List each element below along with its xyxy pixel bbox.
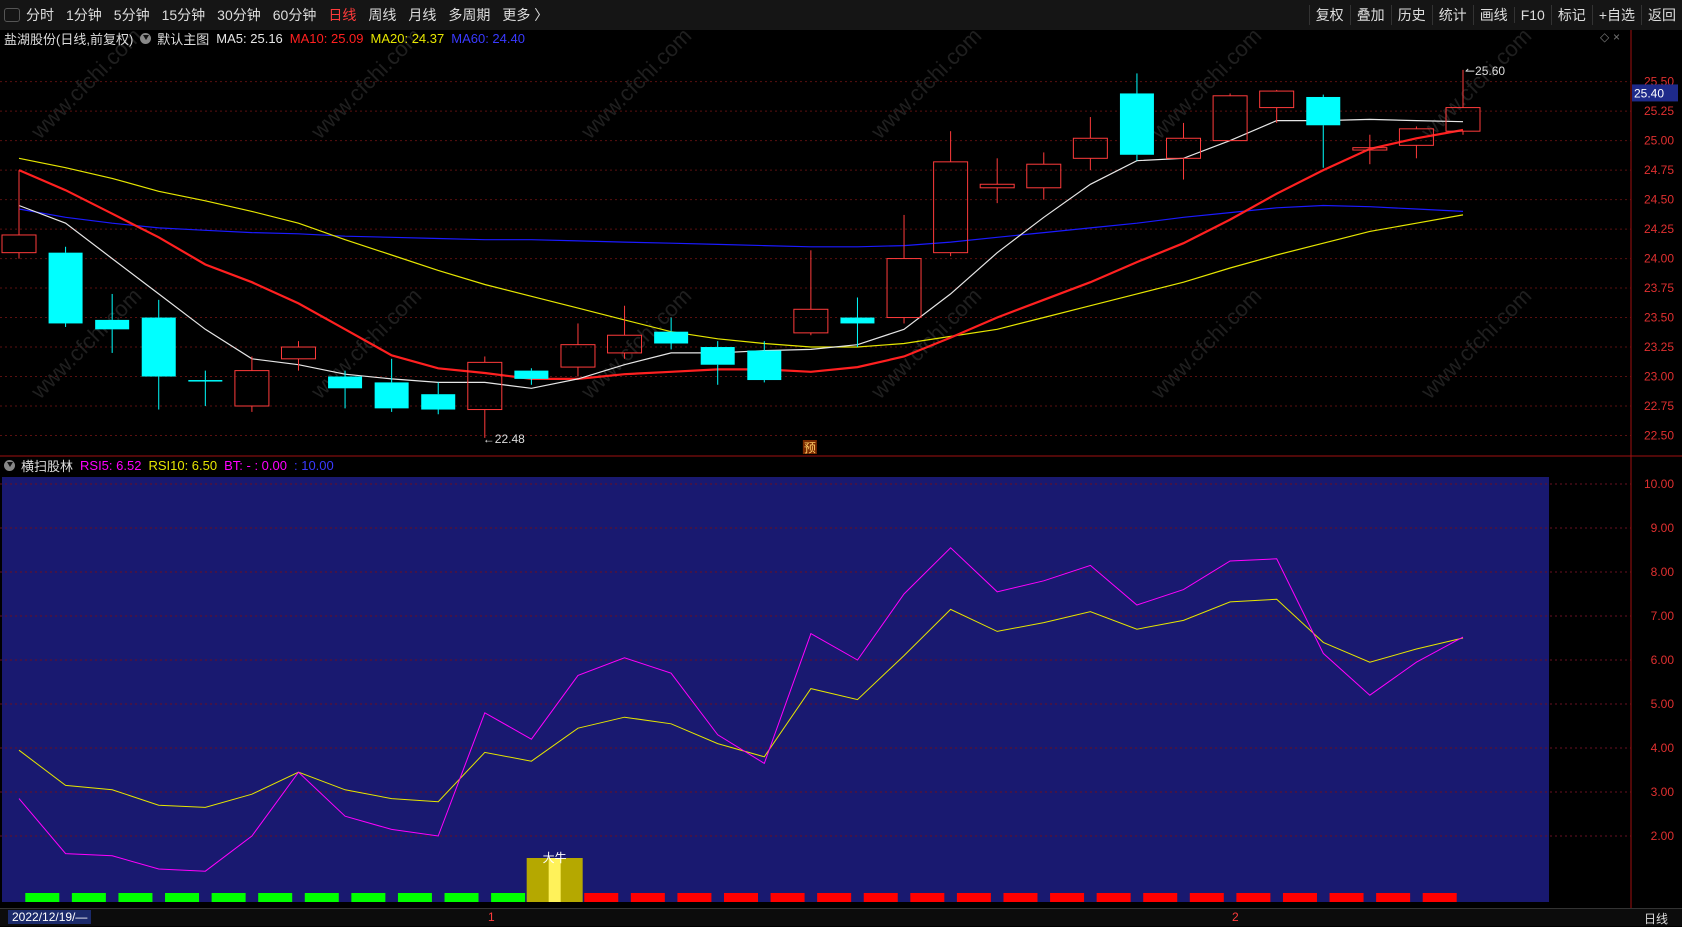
price-tick-label: 23.75 — [1644, 281, 1674, 295]
candle-body — [1306, 96, 1341, 126]
rsi-tick-label: 5.00 — [1651, 697, 1675, 711]
main-header: 盐湖股份(日线,前复权) 默认主图 MA5: 25.16 MA10: 25.09… — [4, 29, 532, 48]
candle-body — [700, 347, 735, 365]
signal-bar — [910, 893, 945, 902]
signal-bar — [863, 893, 898, 902]
rsi-tick-label: 9.00 — [1651, 521, 1675, 535]
signal-bar — [351, 893, 386, 902]
candle-body — [48, 252, 83, 324]
signal-bar — [118, 893, 153, 902]
price-tick-label: 23.00 — [1644, 370, 1674, 384]
signal-bar — [1376, 893, 1411, 902]
ma20-label: MA20: 24.37 — [370, 31, 445, 46]
close-icon[interactable]: × — [1613, 30, 1620, 44]
extra-label: : 10.00 — [293, 458, 334, 473]
low-price-marker: ←22.48 — [483, 432, 525, 446]
signal-bar — [211, 893, 246, 902]
signal-bar — [71, 893, 106, 902]
candle-body — [1119, 93, 1154, 155]
rsi-tick-label: 10.00 — [1644, 477, 1674, 491]
signal-bar — [1050, 893, 1085, 902]
signal-bar — [817, 893, 852, 902]
template-name[interactable]: 默认主图 — [157, 29, 209, 48]
ma5-label: MA5: 25.16 — [216, 31, 283, 46]
candle-body — [141, 317, 176, 377]
stock-name[interactable]: 盐湖股份(日线,前复权) — [4, 29, 133, 48]
candle-body — [747, 350, 782, 381]
period-label[interactable]: 日线 — [1644, 910, 1668, 927]
daniu-label: 大牛 — [543, 850, 567, 865]
price-tick-label: 23.50 — [1644, 311, 1674, 325]
signal-bar — [956, 893, 991, 902]
signal-bar — [1329, 893, 1364, 902]
price-tick-label: 23.25 — [1644, 340, 1674, 354]
signal-bar — [1189, 893, 1224, 902]
signal-bar — [677, 893, 712, 902]
signal-bar — [25, 893, 60, 902]
signal-bar — [304, 893, 339, 902]
price-tick-label: 22.75 — [1644, 399, 1674, 413]
signal-bar — [1143, 893, 1178, 902]
price-tick-label: 24.75 — [1644, 163, 1674, 177]
ma60-label: MA60: 24.40 — [451, 31, 525, 46]
candle-body — [514, 370, 549, 379]
date-range[interactable]: 2022/12/19/— — [8, 910, 92, 924]
rsi-tick-label: 8.00 — [1651, 565, 1675, 579]
indicator-background — [2, 477, 1549, 902]
ma10-label: MA10: 25.09 — [289, 31, 364, 46]
rsi-tick-label: 6.00 — [1651, 653, 1675, 667]
rsi-tick-label: 4.00 — [1651, 741, 1675, 755]
candle — [48, 246, 83, 327]
signal-bar — [584, 893, 619, 902]
signal-bar — [444, 893, 479, 902]
high-price-marker: ↼25.60 — [1465, 64, 1505, 78]
signal-bar — [630, 893, 665, 902]
time-tick-2: 2 — [1232, 910, 1239, 924]
candle-body — [328, 376, 363, 389]
signal-bar — [724, 893, 758, 902]
last-price-label: 25.40 — [1634, 86, 1664, 100]
candle-body — [421, 394, 456, 410]
bt-label: BT: - : 0.00 — [224, 458, 287, 473]
signal-bar — [1282, 893, 1317, 902]
rsi10-label: RSI10: 6.50 — [148, 458, 218, 473]
time-tick-1: 1 — [488, 910, 495, 924]
signal-bar — [770, 893, 805, 902]
settings-diamond-icon[interactable]: ◇ — [1600, 30, 1609, 44]
candle-body — [840, 317, 875, 324]
rsi5-label: RSI5: 6.52 — [80, 458, 142, 473]
price-tick-label: 24.00 — [1644, 252, 1674, 266]
price-tick-label: 24.25 — [1644, 222, 1674, 236]
rsi-tick-label: 3.00 — [1651, 785, 1675, 799]
signal-bar — [1096, 893, 1131, 902]
price-tick-label: 25.25 — [1644, 104, 1674, 118]
signal-bar — [165, 893, 200, 902]
candle-body — [374, 382, 409, 409]
signal-bar — [491, 893, 526, 902]
price-tick-label: 24.50 — [1644, 193, 1674, 207]
time-axis-bar: 2022/12/19/— 1 2 日线 — [0, 908, 1682, 926]
sub-header: 横扫股林 RSI5: 6.52 RSI10: 6.50 BT: - : 0.00… — [4, 456, 341, 475]
template-dropdown-icon[interactable] — [140, 33, 152, 44]
signal-bar — [397, 893, 432, 902]
indicator-dropdown-icon[interactable] — [4, 460, 15, 471]
price-tick-label: 25.00 — [1644, 134, 1674, 148]
price-tick-label: 22.50 — [1644, 428, 1674, 442]
candle-body — [188, 380, 223, 382]
indicator-name[interactable]: 横扫股林 — [21, 456, 73, 475]
rsi-tick-label: 2.00 — [1651, 829, 1675, 843]
rsi-tick-label: 7.00 — [1651, 609, 1675, 623]
signal-bar — [1422, 893, 1457, 902]
signal-bar — [1003, 893, 1038, 902]
yu-marker: 预 — [804, 441, 816, 455]
candle-body — [654, 331, 689, 344]
candle-body — [95, 319, 130, 330]
signal-bar — [1236, 893, 1271, 902]
signal-bar — [258, 893, 293, 902]
